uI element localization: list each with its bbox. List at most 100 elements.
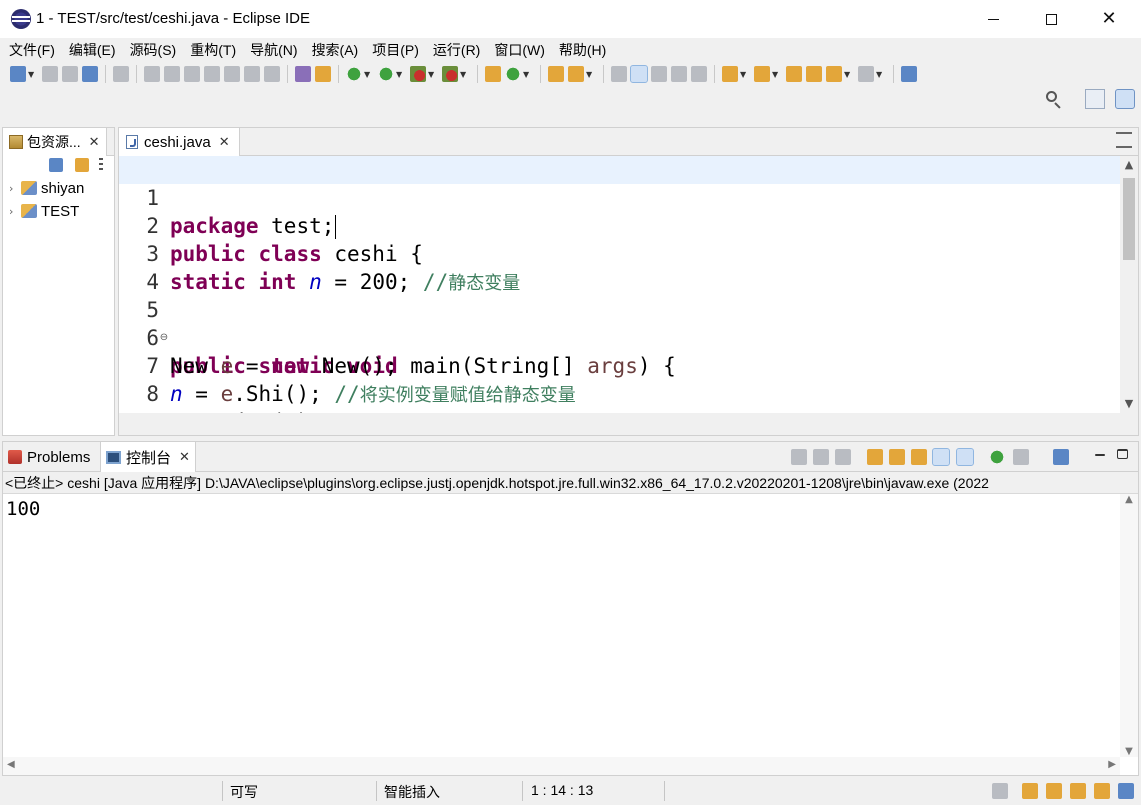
- step-over-icon[interactable]: [244, 66, 260, 82]
- menu-window[interactable]: 窗口(W): [487, 40, 552, 60]
- tab-package-explorer[interactable]: 包资源... ✕: [3, 128, 107, 156]
- back-icon[interactable]: [826, 66, 842, 82]
- menu-search[interactable]: 搜索(A): [305, 40, 366, 60]
- code-line-4[interactable]: 4: [119, 240, 1120, 294]
- external-tools-icon[interactable]: [442, 66, 458, 82]
- menu-source[interactable]: 源码(S): [123, 40, 184, 60]
- tips-icon[interactable]: [1046, 783, 1062, 799]
- close-icon[interactable]: ✕: [219, 135, 230, 150]
- console-horizontal-scrollbar[interactable]: ◀ ▶: [3, 757, 1120, 775]
- debug-dropdown-icon[interactable]: ▼: [364, 70, 372, 79]
- terminal-icon[interactable]: [82, 66, 98, 82]
- link-with-editor-icon[interactable]: [75, 158, 89, 172]
- debug-icon[interactable]: [346, 66, 362, 82]
- menu-refactor[interactable]: 重构(T): [183, 40, 243, 60]
- new-java-class-dropdown-icon[interactable]: ▼: [523, 70, 531, 79]
- clear-console-icon[interactable]: [867, 449, 883, 465]
- word-wrap-icon[interactable]: [911, 449, 927, 465]
- coverage-icon[interactable]: [410, 66, 426, 82]
- close-icon[interactable]: ✕: [179, 450, 190, 465]
- pin-editor-icon[interactable]: [901, 66, 917, 82]
- smiley-icon[interactable]: [1094, 783, 1110, 799]
- scroll-lock-icon[interactable]: [889, 449, 905, 465]
- display-console-icon[interactable]: [1013, 449, 1029, 465]
- code-line-6[interactable]: 6 New e = new New();: [119, 296, 1120, 378]
- console-vertical-scrollbar[interactable]: ▲ ▼: [1120, 494, 1138, 757]
- minimize-button[interactable]: [964, 0, 1022, 38]
- external-tools-dropdown-icon[interactable]: ▼: [460, 70, 468, 79]
- back-edit-icon[interactable]: [806, 66, 822, 82]
- step-return-icon[interactable]: [264, 66, 280, 82]
- maximize-button[interactable]: [1022, 0, 1080, 38]
- open-task-icon[interactable]: [568, 66, 584, 82]
- terminate-icon[interactable]: [184, 66, 200, 82]
- suspend-icon[interactable]: [164, 66, 180, 82]
- close-icon[interactable]: ✕: [89, 135, 100, 150]
- chevron-down-icon[interactable]: ▼: [1120, 395, 1138, 413]
- java-perspective-icon[interactable]: [1115, 89, 1135, 109]
- code-editor[interactable]: 1 package test; 2 public class ceshi { 3…: [119, 156, 1120, 413]
- menu-run[interactable]: 运行(R): [426, 40, 487, 60]
- terminate-icon[interactable]: [791, 449, 807, 465]
- show-on-stderr-icon[interactable]: [956, 448, 974, 466]
- book-icon[interactable]: [1022, 783, 1038, 799]
- chevron-right-icon[interactable]: ▶: [1108, 759, 1116, 770]
- build-icon[interactable]: [315, 66, 331, 82]
- show-whitespace-icon[interactable]: [691, 66, 707, 82]
- code-line-3[interactable]: 3 static int n = 200; //静态变量: [119, 212, 1120, 294]
- editor-maximize-icon[interactable]: [1116, 132, 1132, 148]
- chevron-down-icon[interactable]: ▼: [1120, 746, 1138, 757]
- open-perspective-icon[interactable]: [1085, 89, 1105, 109]
- notification-icon[interactable]: [1118, 783, 1134, 799]
- tree-item-test[interactable]: › TEST: [9, 200, 79, 222]
- block-selection-icon[interactable]: [671, 66, 687, 82]
- console-output[interactable]: 100: [6, 498, 40, 520]
- tab-problems[interactable]: Problems: [3, 442, 95, 472]
- new-dropdown-icon[interactable]: ▼: [28, 70, 36, 79]
- code-line-9[interactable]: 9: [119, 380, 1120, 413]
- disconnect-icon[interactable]: [204, 66, 220, 82]
- code-line-2[interactable]: 2 public class ceshi {: [119, 184, 1120, 266]
- new-java-class-icon[interactable]: [505, 66, 521, 82]
- maximize-view-icon[interactable]: [1117, 449, 1128, 459]
- mark-occurrences-icon[interactable]: [630, 65, 648, 83]
- open-task-dropdown-icon[interactable]: ▼: [586, 70, 594, 79]
- editor-vertical-scrollbar[interactable]: ▲ ▼: [1120, 156, 1138, 413]
- show-on-stdout-icon[interactable]: [932, 448, 950, 466]
- view-menu-icon[interactable]: [99, 158, 103, 172]
- remove-launch-icon[interactable]: [813, 449, 829, 465]
- menu-edit[interactable]: 编辑(E): [62, 40, 123, 60]
- code-line-1[interactable]: 1 package test;: [119, 156, 1120, 239]
- editor-horizontal-scrollbar[interactable]: [119, 413, 1138, 435]
- new-icon[interactable]: [10, 66, 26, 82]
- save-all-icon[interactable]: [62, 66, 78, 82]
- menu-help[interactable]: 帮助(H): [552, 40, 613, 60]
- save-icon[interactable]: [42, 66, 58, 82]
- next-annotation-icon[interactable]: [611, 66, 627, 82]
- chevron-up-icon[interactable]: ▲: [1120, 494, 1138, 505]
- code-line-5[interactable]: 5 ⊖ public static void main(String[] arg…: [119, 268, 1120, 378]
- chevron-up-icon[interactable]: ▲: [1120, 156, 1138, 174]
- minimize-view-icon[interactable]: [1095, 454, 1105, 456]
- run-icon[interactable]: [378, 66, 394, 82]
- code-line-7[interactable]: 7 n = e.Shi(); //将实例变量赋值给静态变量: [119, 324, 1120, 406]
- chevron-right-icon[interactable]: ›: [9, 182, 21, 195]
- forward-dropdown-icon[interactable]: ▼: [876, 70, 884, 79]
- back-dropdown-icon[interactable]: ▼: [844, 70, 852, 79]
- step-into-icon[interactable]: [224, 66, 240, 82]
- search-icon[interactable]: [1045, 90, 1063, 109]
- chevron-left-icon[interactable]: ◀: [7, 759, 15, 770]
- code-line-8[interactable]: 8 New.Jing(n); //: [119, 352, 1120, 413]
- previous-edit-icon[interactable]: [754, 66, 770, 82]
- tab-ceshi-java[interactable]: ceshi.java ✕: [119, 128, 240, 156]
- chevron-right-icon[interactable]: ›: [9, 205, 21, 218]
- coverage-dropdown-icon[interactable]: ▼: [428, 70, 436, 79]
- run-dropdown-icon[interactable]: ▼: [396, 70, 404, 79]
- open-type-icon[interactable]: [548, 66, 564, 82]
- skip-breakpoints-icon[interactable]: [113, 66, 129, 82]
- scrollbar-thumb[interactable]: [1123, 178, 1135, 260]
- pin-console-icon[interactable]: [989, 449, 1005, 465]
- tab-console[interactable]: 控制台 ✕: [100, 442, 196, 472]
- menu-project[interactable]: 项目(P): [365, 40, 426, 60]
- progress-icon[interactable]: [992, 783, 1008, 799]
